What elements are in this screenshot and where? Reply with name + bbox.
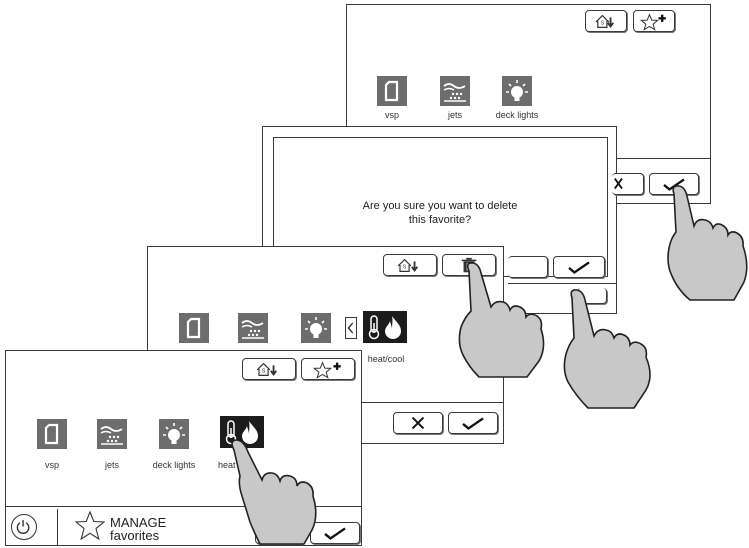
favorites-subtitle: favorites	[110, 528, 160, 543]
jets-tile[interactable]	[97, 419, 127, 449]
heat-cool-icon	[368, 315, 401, 340]
reorder-left-button[interactable]	[345, 317, 357, 339]
home-sort-button[interactable]: S	[585, 10, 627, 32]
cancel-button[interactable]	[393, 412, 443, 434]
star-outline-icon	[75, 510, 105, 541]
jets-icon	[100, 426, 123, 445]
vsp-label: vsp	[44, 460, 59, 470]
pointing-hand-3	[560, 289, 670, 410]
add-favorite-button[interactable]	[633, 10, 675, 32]
deck-lights-tile[interactable]	[159, 419, 189, 449]
deck-lights-icon	[305, 317, 327, 338]
svg-text:S: S	[601, 21, 605, 27]
deck-lights-tile[interactable]	[301, 313, 331, 343]
star-plus-icon	[313, 361, 341, 379]
x-icon	[411, 416, 425, 430]
home-sort-icon: S	[256, 362, 277, 376]
vsp-pump-icon	[44, 423, 59, 445]
deck-lights-icon	[163, 423, 185, 444]
vsp-pump-icon	[384, 80, 399, 102]
svg-text:S: S	[262, 369, 266, 375]
home-sort-button[interactable]: S	[383, 254, 437, 276]
jets-icon	[241, 320, 264, 339]
svg-text:S: S	[403, 265, 407, 271]
x-icon	[614, 178, 623, 190]
jets-label: jets	[104, 460, 119, 470]
jets-icon	[443, 83, 466, 102]
pointing-hand-4	[664, 185, 749, 301]
cancel-button[interactable]	[612, 173, 644, 195]
confirm-button[interactable]	[448, 412, 498, 434]
vsp-tile[interactable]	[179, 313, 209, 343]
pointing-hand-2	[455, 262, 565, 378]
vsp-pump-icon	[186, 317, 201, 339]
dialog-message-line1: Are you sure you want to delete	[362, 200, 518, 212]
pointing-hand-icon	[458, 262, 545, 378]
nav-separator	[57, 509, 58, 545]
jets-tile[interactable]	[238, 313, 268, 343]
pointing-hand-icon	[563, 289, 651, 409]
heat-cool-tile[interactable]	[363, 311, 407, 343]
screen-final-divider	[605, 158, 711, 159]
add-favorite-button[interactable]	[301, 358, 355, 380]
chevron-left-icon	[347, 322, 354, 334]
deck-lights-label: deck lights	[495, 110, 539, 120]
jets-label: jets	[447, 110, 462, 120]
favorites-star[interactable]	[75, 510, 105, 542]
heat-cool-label: heat/cool	[367, 354, 405, 364]
vsp-label: vsp	[384, 110, 399, 120]
pointing-hand-icon	[231, 439, 317, 545]
deck-lights-icon	[506, 80, 528, 101]
dialog-message-line2: this favorite?	[408, 214, 472, 226]
deck-lights-label: deck lights	[152, 460, 196, 470]
pointing-hand-1	[220, 436, 340, 546]
home-sort-icon: S	[595, 14, 614, 28]
jets-tile[interactable]	[440, 76, 470, 106]
home-sort-icon: S	[397, 258, 418, 272]
pointing-hand-icon	[667, 185, 748, 301]
checkmark-icon	[462, 417, 484, 430]
vsp-tile[interactable]	[377, 76, 407, 106]
deck-lights-tile[interactable]	[502, 76, 532, 106]
power-icon	[16, 520, 30, 534]
power-button[interactable]	[11, 514, 37, 540]
home-sort-button[interactable]: S	[242, 358, 296, 380]
vsp-tile[interactable]	[37, 419, 67, 449]
star-plus-icon	[639, 13, 666, 31]
